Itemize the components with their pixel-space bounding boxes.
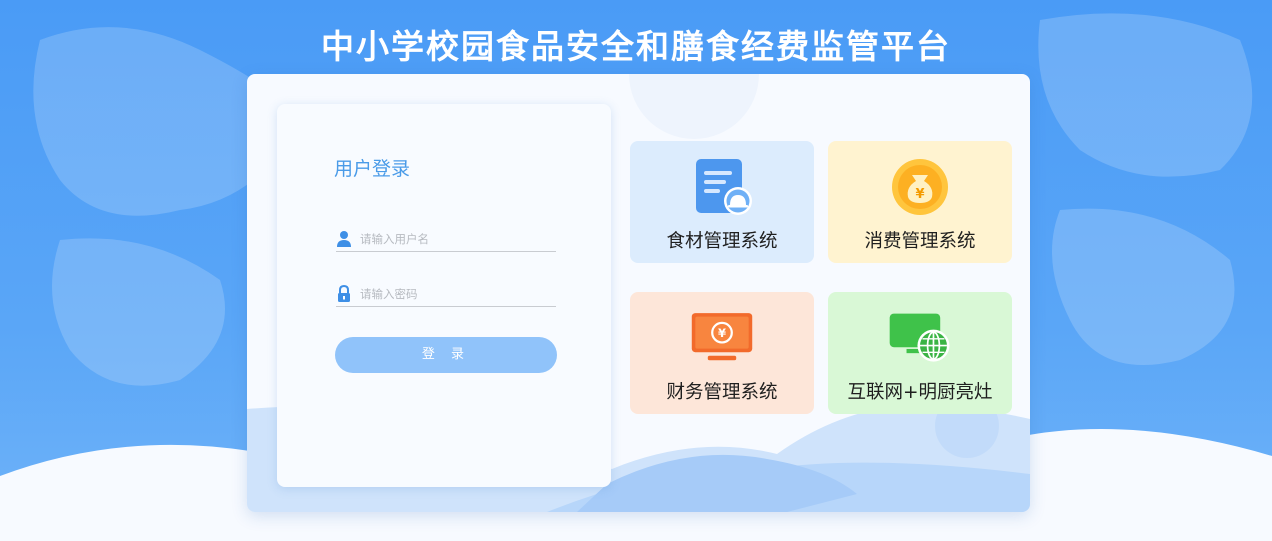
tile-internet-kitchen[interactable]: 互联网+明厨亮灶 bbox=[828, 292, 1012, 414]
finance-monitor-icon: ¥ bbox=[690, 308, 754, 368]
tile-consumption-system[interactable]: ¥ 消费管理系统 bbox=[828, 141, 1012, 263]
username-input[interactable] bbox=[360, 231, 556, 246]
tile-label: 互联网+明厨亮灶 bbox=[847, 382, 993, 403]
page-title: 中小学校园食品安全和膳食经费监管平台 bbox=[321, 27, 951, 66]
login-title: 用户登录 bbox=[334, 158, 411, 180]
document-food-icon bbox=[690, 157, 754, 217]
login-card: 用户登录 登 录 bbox=[277, 104, 611, 487]
tile-label: 消费管理系统 bbox=[864, 231, 976, 252]
tile-food-material-system[interactable]: 食材管理系统 bbox=[630, 141, 814, 263]
svg-text:¥: ¥ bbox=[718, 326, 726, 340]
password-field bbox=[336, 281, 556, 307]
user-icon bbox=[336, 230, 352, 248]
password-input[interactable] bbox=[360, 286, 556, 301]
svg-text:¥: ¥ bbox=[915, 187, 924, 202]
tile-finance-system[interactable]: ¥ 财务管理系统 bbox=[630, 292, 814, 414]
main-panel: 用户登录 登 录 bbox=[247, 74, 1030, 512]
username-field bbox=[336, 226, 556, 252]
login-button[interactable]: 登 录 bbox=[335, 337, 557, 373]
money-bag-icon: ¥ bbox=[888, 157, 952, 217]
lock-icon bbox=[336, 284, 352, 303]
tile-label: 食材管理系统 bbox=[666, 231, 778, 252]
tile-label: 财务管理系统 bbox=[666, 382, 778, 403]
globe-monitor-icon bbox=[888, 308, 952, 368]
